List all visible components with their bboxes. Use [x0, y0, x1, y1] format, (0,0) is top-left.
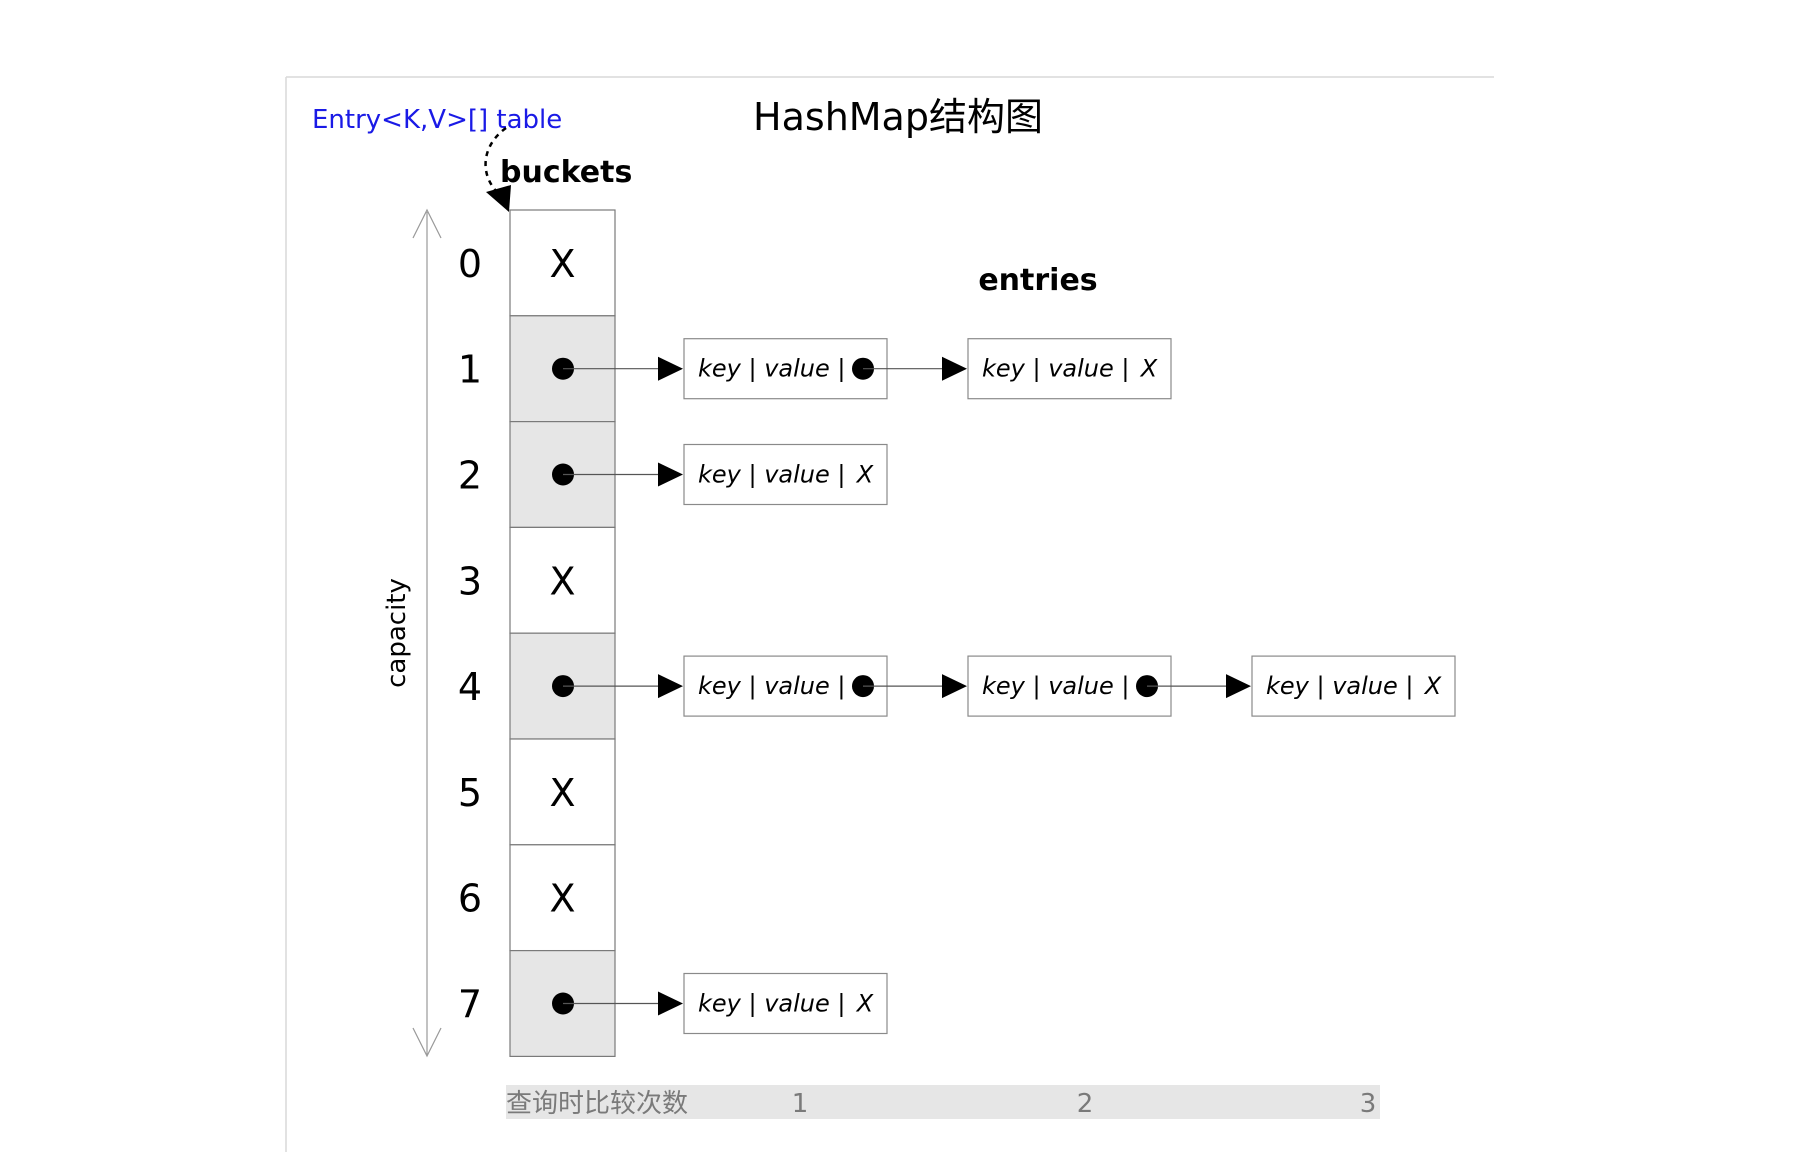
link-arrowhead-1-1	[942, 356, 967, 381]
bucket-index-5: 5	[458, 771, 482, 815]
entry-text-4-0: key | value |	[698, 672, 845, 700]
bucket-index-4: 4	[458, 665, 482, 709]
bucket-null-marker-5: X	[549, 771, 575, 815]
link-arrowhead-4-2	[1226, 674, 1251, 699]
bucket-index-2: 2	[458, 454, 482, 498]
entry-text-1-1: key | value |	[982, 355, 1129, 383]
comparison-scale-tick-3: 3	[1360, 1089, 1377, 1119]
entry-text-2-0: key | value |	[698, 461, 845, 489]
bucket-index-1: 1	[458, 348, 482, 392]
comparison-scale-tick-1: 1	[792, 1089, 809, 1119]
bucket-null-marker-6: X	[549, 877, 575, 921]
capacity-label: capacity	[382, 578, 412, 688]
comparison-scale-tick-2: 2	[1077, 1089, 1094, 1119]
entry-text-4-1: key | value |	[982, 672, 1129, 700]
link-arrowhead-7-0	[658, 991, 683, 1016]
bucket-index-7: 7	[458, 983, 482, 1027]
entry-null-marker-1-1: X	[1139, 355, 1158, 383]
buckets-label: buckets	[500, 155, 632, 190]
hashmap-diagram: HashMap结构图 Entry<K,V>[] table buckets en…	[285, 76, 1494, 1152]
bucket-index-0: 0	[458, 242, 482, 286]
bucket-array: 0 X 1 2 3 X 4 5 X 6 X 7	[458, 209, 616, 1057]
diagram-title: HashMap结构图	[753, 95, 1043, 139]
bucket-null-marker-3: X	[549, 559, 575, 603]
bucket-null-marker-0: X	[549, 242, 575, 286]
bucket-index-6: 6	[458, 877, 482, 921]
comparison-scale-label: 查询时比较次数	[506, 1089, 688, 1119]
entry-null-marker-2-0: X	[855, 461, 874, 489]
entries-label: entries	[978, 263, 1097, 298]
entry-chains: key | value | key | value | Xkey | value |…	[563, 338, 1456, 1035]
entry-null-marker-7-0: X	[855, 990, 874, 1018]
entry-text-1-0: key | value |	[698, 355, 845, 383]
link-arrowhead-2-0	[658, 462, 683, 487]
entry-text-4-2: key | value |	[1266, 672, 1413, 700]
entry-null-marker-4-2: X	[1423, 672, 1442, 700]
entry-text-7-0: key | value |	[698, 990, 845, 1018]
table-label: Entry<K,V>[] table	[312, 105, 562, 135]
bucket-index-3: 3	[458, 559, 482, 603]
link-arrowhead-1-0	[658, 356, 683, 381]
link-arrowhead-4-0	[658, 674, 683, 699]
link-arrowhead-4-1	[942, 674, 967, 699]
